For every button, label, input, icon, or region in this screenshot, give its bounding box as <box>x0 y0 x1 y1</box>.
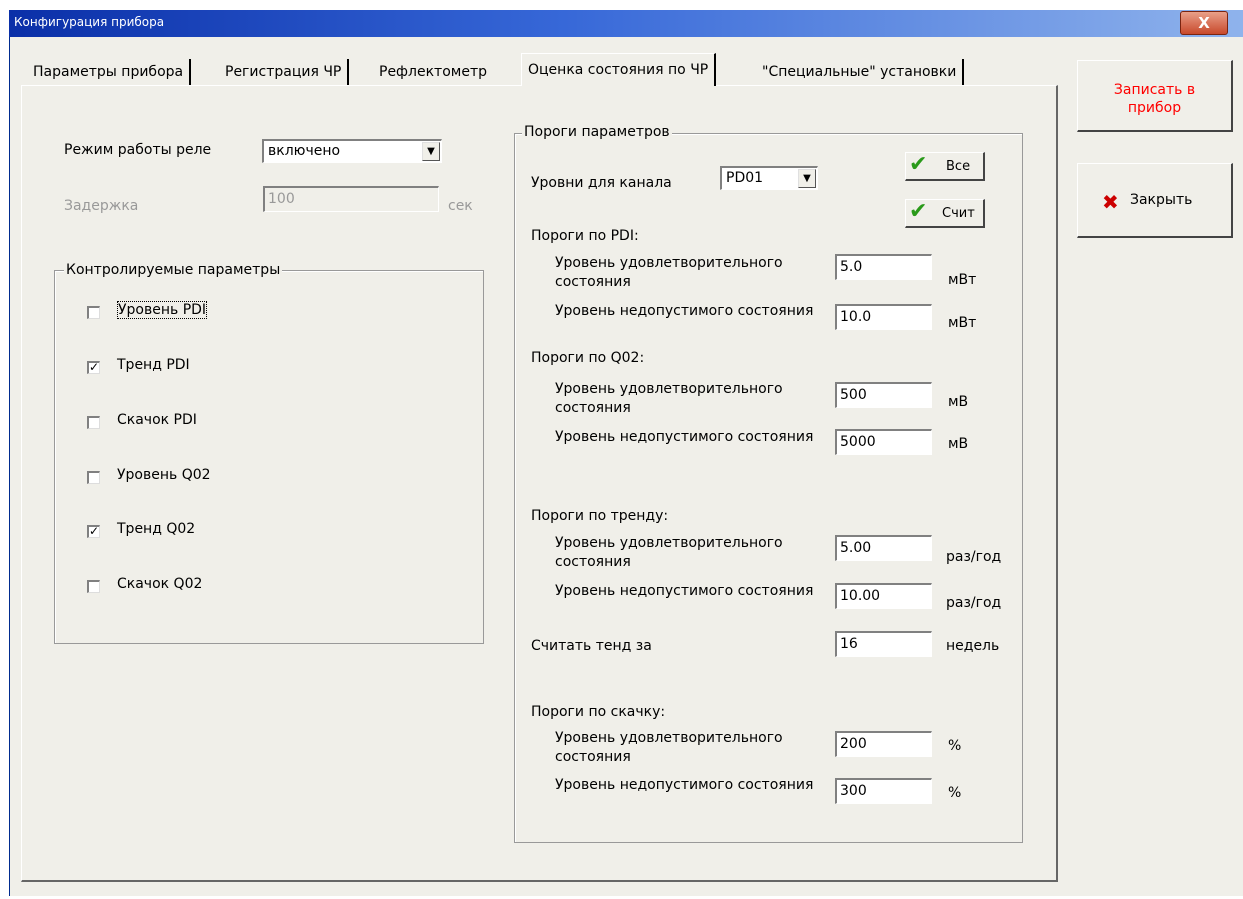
relay-mode-select[interactable]: включено ▼ <box>262 139 442 163</box>
pdi-bad-unit: мВт <box>948 315 977 331</box>
jump-sat-unit: % <box>948 738 962 754</box>
trend-bad-input[interactable]: 10.00 <box>835 583 932 609</box>
pdi-sat-unit: мВт <box>948 272 977 288</box>
read-label: Счит <box>942 206 975 221</box>
checkbox-pdi-trend-label[interactable]: Тренд PDI <box>117 357 190 373</box>
checkbox-pdi-jump-label[interactable]: Скачок PDI <box>117 412 197 428</box>
close-dialog-button[interactable]: ✖ Закрыть <box>1077 163 1233 238</box>
relay-mode-value: включено <box>268 143 341 159</box>
close-cross-icon: ✖ <box>1102 190 1119 214</box>
controlled-params-title: Контролируемые параметры <box>64 262 283 278</box>
jump-sat-input[interactable]: 200 <box>835 731 932 757</box>
pdi-section-title: Пороги по PDI: <box>531 228 639 244</box>
checkbox-pdi-jump[interactable] <box>87 416 100 429</box>
title-bar[interactable] <box>9 10 1243 37</box>
trend-period-input[interactable]: 16 <box>835 631 932 657</box>
q02-sat-unit: мВ <box>948 394 969 410</box>
checkbox-q02-trend-label[interactable]: Тренд Q02 <box>117 521 195 537</box>
tab-reflectometer[interactable]: Рефлектометр <box>373 59 493 85</box>
pdi-bad-label: Уровень недопустимого состояния <box>555 303 814 319</box>
delay-unit: сек <box>448 198 473 214</box>
checkbox-q02-level-label[interactable]: Уровень Q02 <box>117 467 211 483</box>
jump-sat-label: Уровень удовлетворительного состояния <box>555 730 783 765</box>
q02-sat-label: Уровень удовлетворительного состояния <box>555 381 783 416</box>
q02-bad-unit: мВ <box>948 436 969 452</box>
checkbox-q02-level[interactable] <box>87 471 100 484</box>
jump-bad-label: Уровень недопустимого состояния <box>555 777 814 793</box>
checkbox-q02-trend[interactable]: ✓ <box>87 525 100 538</box>
jump-bad-unit: % <box>948 785 962 801</box>
q02-bad-label: Уровень недопустимого состояния <box>555 429 814 445</box>
checkbox-pdi-trend[interactable]: ✓ <box>87 361 100 374</box>
q02-section-title: Пороги по Q02: <box>531 350 645 366</box>
apply-all-button[interactable]: ✔ Все <box>905 152 985 181</box>
pdi-sat-label: Уровень удовлетворительного состояния <box>555 255 783 290</box>
channel-select[interactable]: PD01 ▼ <box>720 166 818 190</box>
pdi-sat-input[interactable]: 5.0 <box>835 254 932 280</box>
close-dialog-label: Закрыть <box>1130 192 1193 208</box>
tab-pd-assessment[interactable]: Оценка состояния по ЧР <box>521 53 717 86</box>
trend-sat-label: Уровень удовлетворительного состояния <box>555 535 783 570</box>
delay-label: Задержка <box>64 198 139 214</box>
write-to-device-label: Записать в прибор <box>1113 82 1196 116</box>
checkbox-pdi-level-label[interactable]: Уровень PDI <box>117 301 208 319</box>
thresholds-title: Пороги параметров <box>522 124 672 140</box>
pdi-bad-input[interactable]: 10.0 <box>835 304 932 330</box>
write-to-device-button[interactable]: Записать в прибор <box>1077 60 1233 132</box>
trend-bad-unit: раз/год <box>946 595 1002 611</box>
channel-label: Уровни для канала <box>531 175 672 191</box>
chevron-down-icon[interactable]: ▼ <box>422 142 440 161</box>
checkbox-q02-jump[interactable] <box>87 580 100 593</box>
window-title: Конфигурация прибора <box>14 15 165 29</box>
trend-period-unit: недель <box>946 638 1000 654</box>
delay-input[interactable]: 100 <box>263 186 439 212</box>
checkbox-pdi-level[interactable] <box>87 306 100 319</box>
checkmark-icon: ✔ <box>909 199 928 224</box>
tab-device-params[interactable]: Параметры прибора <box>27 59 192 85</box>
q02-bad-input[interactable]: 5000 <box>835 429 932 455</box>
checkbox-q02-jump-label[interactable]: Скачок Q02 <box>117 576 202 592</box>
chevron-down-icon[interactable]: ▼ <box>798 169 816 188</box>
q02-sat-input[interactable]: 500 <box>835 382 932 408</box>
tab-special-settings[interactable]: "Специальные" установки <box>756 59 965 85</box>
window-close-button[interactable]: X <box>1180 11 1228 35</box>
jump-section-title: Пороги по скачку: <box>531 704 666 720</box>
apply-all-label: Все <box>946 159 971 174</box>
trend-bad-label: Уровень недопустимого состояния <box>555 583 814 599</box>
trend-sat-input[interactable]: 5.00 <box>835 535 932 561</box>
trend-sat-unit: раз/год <box>946 549 1002 565</box>
checkmark-icon: ✔ <box>909 152 928 177</box>
trend-period-label: Считать тенд за <box>531 638 652 654</box>
channel-value: PD01 <box>726 170 764 186</box>
jump-bad-input[interactable]: 300 <box>835 778 932 804</box>
trend-section-title: Пороги по тренду: <box>531 508 669 524</box>
relay-mode-label: Режим работы реле <box>64 142 212 158</box>
tab-pd-registration[interactable]: Регистрация ЧР <box>219 59 350 85</box>
read-button[interactable]: ✔ Счит <box>905 199 985 228</box>
